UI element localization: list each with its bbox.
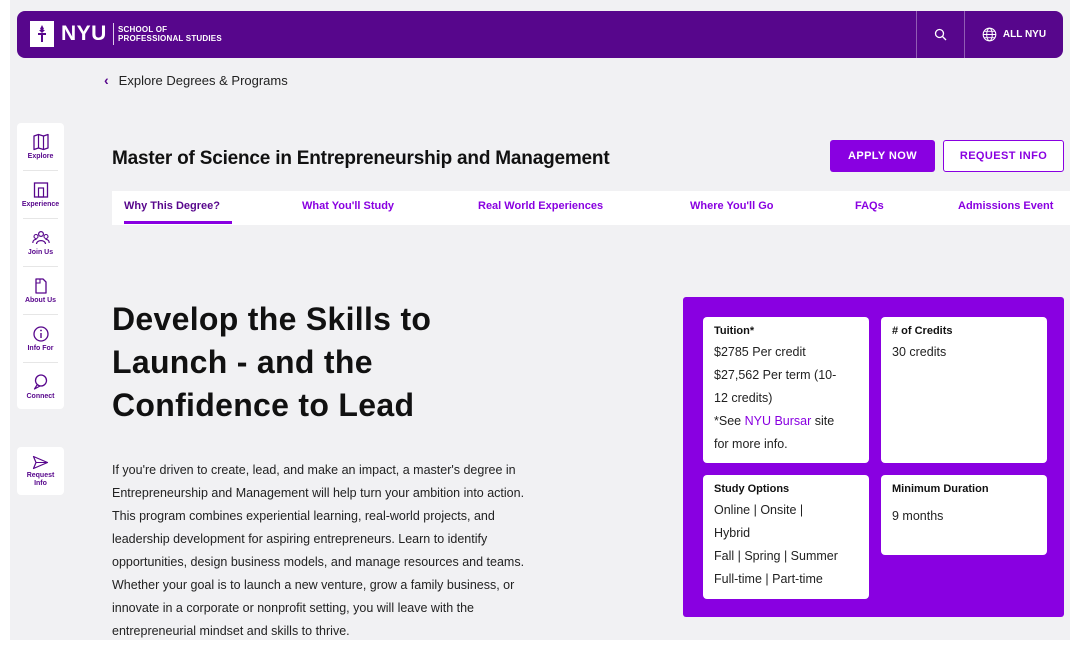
tuition-per-term: $27,562 Per term (10- — [714, 368, 837, 382]
section-tabs: Why This Degree? What You'll Study Real … — [112, 191, 1070, 225]
map-icon — [32, 133, 49, 151]
search-icon — [934, 28, 947, 41]
description-line: entrepreneurial mindset and skills to th… — [112, 624, 350, 638]
sidenav-label: Join Us — [27, 249, 54, 256]
info-icon — [32, 326, 49, 342]
study-option-line: Full-time | Part-time — [714, 572, 823, 586]
description-line: This program combines experiential learn… — [112, 509, 495, 523]
send-icon — [32, 455, 49, 469]
apply-now-button[interactable]: APPLY NOW — [830, 140, 935, 172]
credits-value: 30 credits — [892, 345, 947, 359]
sidenav-label: Experience — [21, 201, 60, 208]
sidenav-label: Request Info — [27, 472, 55, 488]
sidenav-item-experience[interactable]: Experience — [17, 171, 64, 218]
browser-viewport: NYU SCHOOL OF PROFESSIONAL STUDIES ALL N… — [10, 0, 1070, 640]
breadcrumb[interactable]: ‹ Explore Degrees & Programs — [104, 72, 288, 88]
sidenav-item-explore[interactable]: Explore — [17, 123, 64, 170]
credits-heading: # of Credits — [892, 325, 953, 337]
page-title: Master of Science in Entrepreneurship an… — [112, 148, 610, 169]
tab-what-youll-study[interactable]: What You'll Study — [302, 200, 394, 212]
credits-card: # of Credits 30 credits — [881, 317, 1047, 463]
tab-faqs[interactable]: FAQs — [855, 200, 884, 212]
tuition-per-term-cont: 12 credits) — [714, 391, 773, 405]
sidenav-label: Connect — [26, 393, 55, 400]
minimum-duration-value: 9 months — [892, 509, 944, 523]
sidenav-label: Info For — [27, 345, 54, 352]
breadcrumb-label: Explore Degrees & Programs — [118, 72, 288, 88]
hero-heading-line: Develop the Skills to — [112, 301, 432, 337]
study-option-line: Hybrid — [714, 526, 751, 540]
school-name[interactable]: SCHOOL OF PROFESSIONAL STUDIES — [118, 25, 222, 43]
sidenav-item-info-for[interactable]: Info For — [17, 315, 64, 362]
hero-description: If you're driven to create, lead, and ma… — [112, 459, 562, 640]
tuition-note-suffix: site — [811, 414, 835, 428]
study-option-line: Online | Onsite | — [714, 503, 804, 517]
hero-heading-line: Launch - and the — [112, 344, 373, 380]
sidenav-item-join-us[interactable]: Join Us — [17, 219, 64, 266]
description-line: If you're driven to create, lead, and ma… — [112, 463, 516, 477]
study-options-card: Study Options Online | Onsite | Hybrid F… — [703, 475, 869, 599]
sidenav-request-line-2: Info — [34, 479, 47, 487]
all-nyu-button[interactable]: ALL NYU — [965, 11, 1063, 58]
study-options-heading: Study Options — [714, 483, 790, 495]
hero-heading: Develop the Skills to Launch - and the C… — [112, 298, 532, 427]
tuition-card: Tuition* $2785 Per credit $27,562 Per te… — [703, 317, 869, 463]
minimum-duration-heading: Minimum Duration — [892, 483, 989, 495]
tuition-heading: Tuition* — [714, 325, 755, 337]
description-line: innovate in a corporate or nonprofit set… — [112, 601, 475, 615]
description-line: Whether your goal is to launch a new ven… — [112, 578, 515, 592]
nyu-wordmark[interactable]: NYU — [61, 22, 107, 46]
tab-where-youll-go[interactable]: Where You'll Go — [690, 200, 774, 212]
active-tab-indicator — [124, 221, 232, 224]
program-facts-panel: Tuition* $2785 Per credit $27,562 Per te… — [683, 297, 1064, 617]
minimum-duration-card: Minimum Duration 9 months — [881, 475, 1047, 555]
globe-icon — [982, 27, 997, 42]
tuition-note: *See NYU Bursar site — [714, 410, 858, 433]
sidenav-item-about-us[interactable]: About Us — [17, 267, 64, 314]
school-name-line-1: SCHOOL OF — [118, 25, 168, 34]
document-icon — [34, 278, 47, 294]
sidenav-item-connect[interactable]: Connect — [17, 363, 64, 410]
all-nyu-label: ALL NYU — [1002, 29, 1047, 40]
side-navigation: Explore Experience Join Us About Us Info… — [17, 123, 64, 409]
description-line: leadership development for aspiring entr… — [112, 532, 488, 546]
school-name-line-2: PROFESSIONAL STUDIES — [118, 34, 222, 43]
top-navigation-bar: NYU SCHOOL OF PROFESSIONAL STUDIES ALL N… — [17, 11, 1063, 58]
chevron-left-icon: ‹ — [104, 72, 109, 88]
tab-admissions-event[interactable]: Admissions Event — [958, 200, 1053, 212]
sidenav-label: Explore — [27, 153, 54, 160]
request-info-button[interactable]: REQUEST INFO — [943, 140, 1064, 172]
people-icon — [31, 230, 50, 245]
search-button[interactable] — [917, 11, 964, 58]
tab-real-world-experiences[interactable]: Real World Experiences — [478, 200, 603, 212]
sidenav-request-info[interactable]: Request Info — [17, 447, 64, 495]
hero-heading-line: Confidence to Lead — [112, 387, 415, 423]
logo-divider — [113, 23, 114, 45]
nyu-torch-logo[interactable] — [30, 21, 54, 47]
building-icon — [33, 182, 48, 198]
description-line: opportunities, design business models, a… — [112, 555, 525, 569]
chat-icon — [33, 374, 47, 390]
tuition-note-line-2: for more info. — [714, 437, 788, 451]
nyu-bursar-link[interactable]: NYU Bursar — [745, 414, 812, 428]
sidenav-label: About Us — [24, 297, 57, 304]
sidenav-request-line-1: Request — [26, 471, 55, 479]
tuition-per-credit: $2785 Per credit — [714, 345, 806, 359]
tuition-note-prefix: *See — [714, 414, 745, 428]
description-line: Entrepreneurship and Management will hel… — [112, 486, 525, 500]
study-option-line: Fall | Spring | Summer — [714, 549, 838, 563]
tab-why-this-degree[interactable]: Why This Degree? — [124, 200, 220, 212]
